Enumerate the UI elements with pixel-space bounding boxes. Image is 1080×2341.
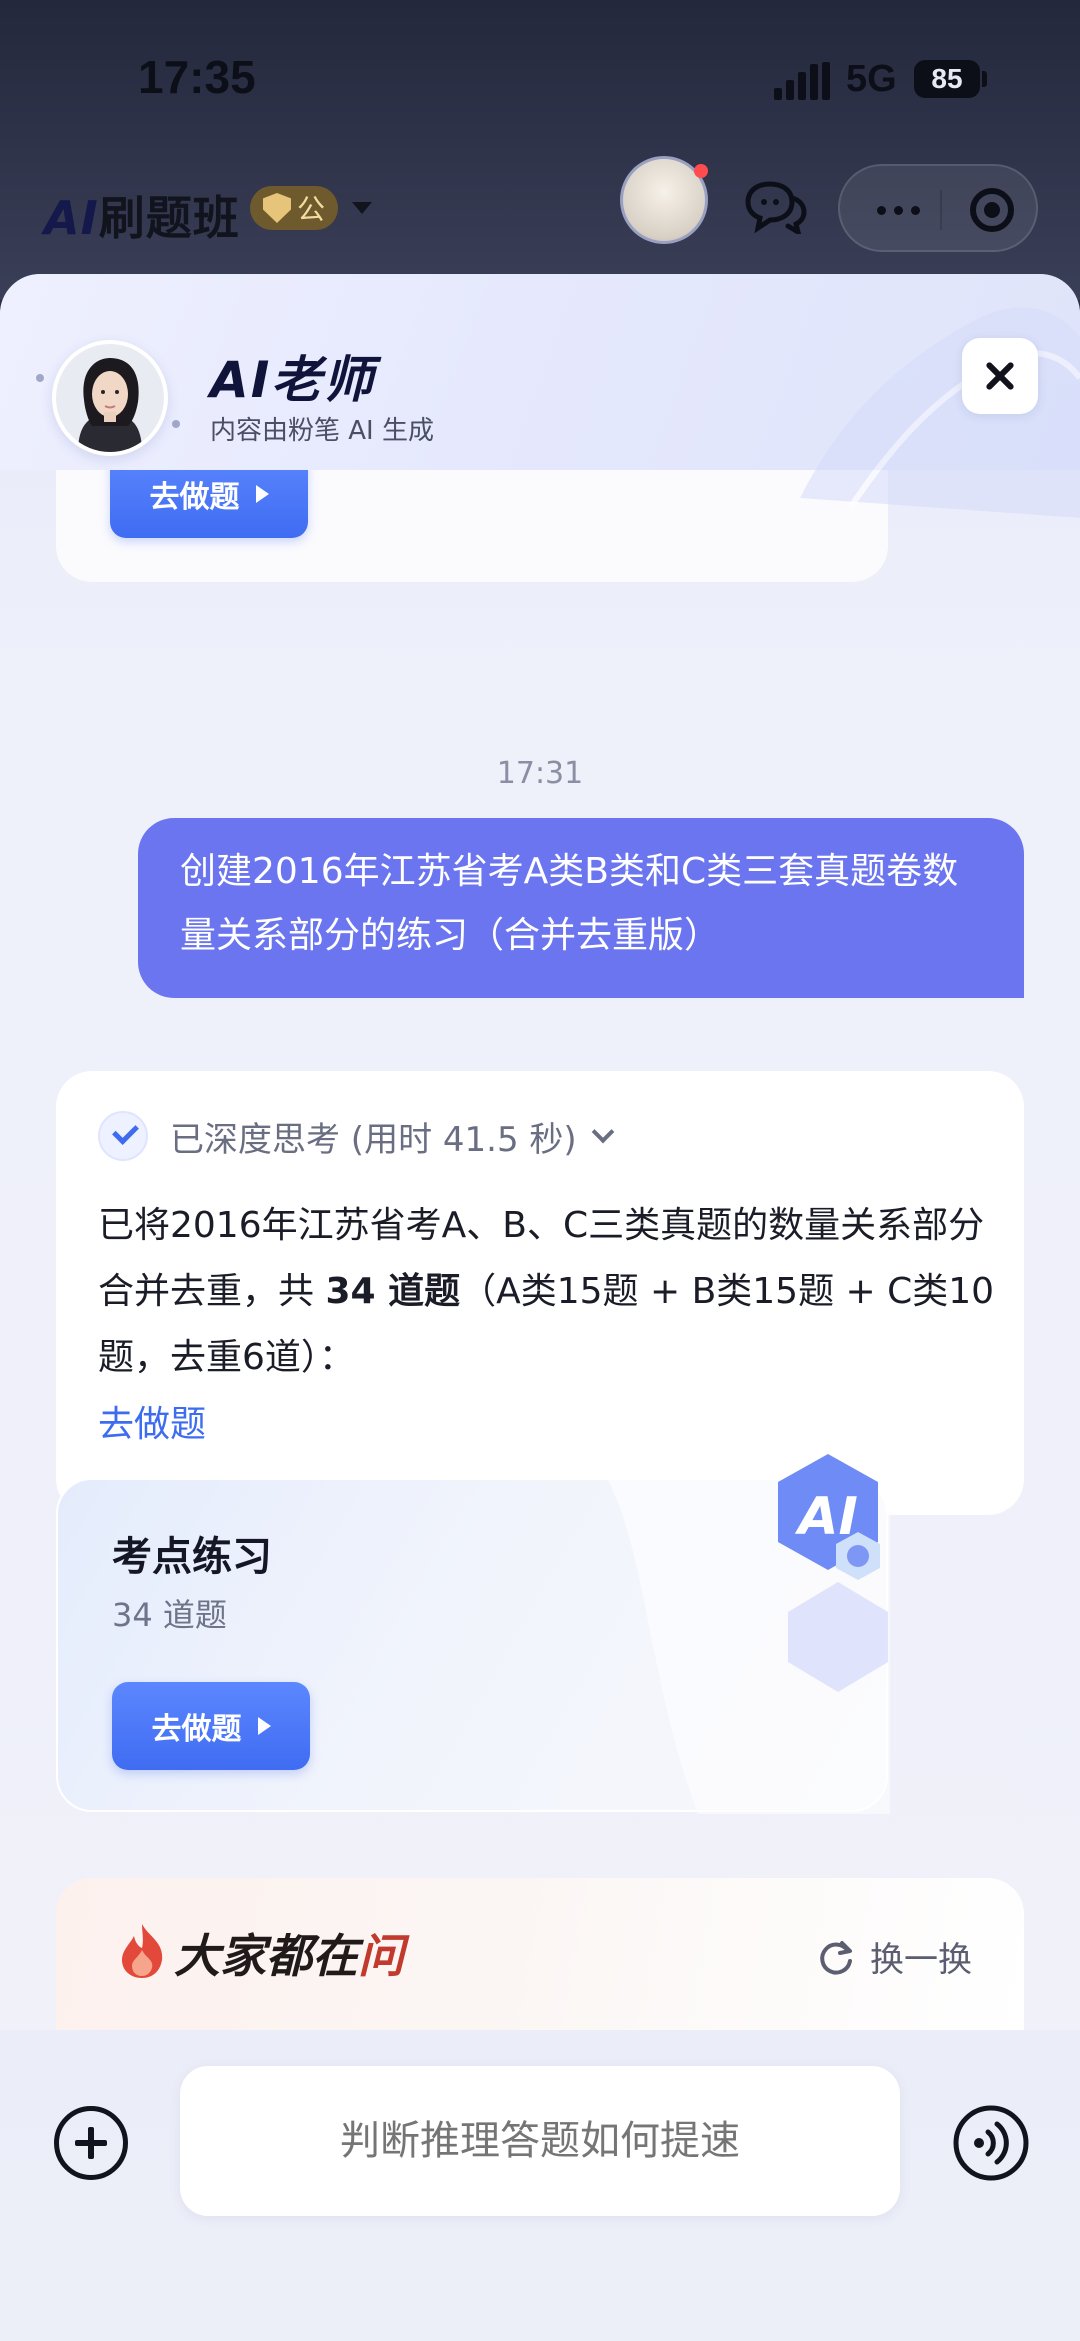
mini-program-capsule — [838, 164, 1038, 252]
close-icon[interactable] — [962, 338, 1038, 414]
practice-question-count: 34 道题 — [112, 1596, 227, 1634]
battery-indicator: 85 — [914, 60, 980, 98]
check-icon — [98, 1111, 148, 1161]
battery-tip — [982, 71, 987, 87]
message-timestamp: 17:31 — [496, 756, 584, 791]
ai-teacher-sheet: AI老师 内容由粉笔 AI 生成 去做题 17:31 创建2016年江苏省考A类… — [0, 274, 1080, 2341]
more-icon[interactable] — [868, 192, 928, 228]
app-header: AI刷题班 公 — [0, 150, 1080, 270]
plus-icon[interactable] — [54, 2106, 128, 2180]
app-title[interactable]: AI刷题班 — [44, 182, 240, 248]
refresh-button[interactable]: 换一换 — [816, 1932, 972, 1981]
go-practice-label: 去做题 — [149, 480, 240, 515]
chat-input[interactable] — [180, 2066, 900, 2216]
avatar-dot-right — [172, 420, 180, 428]
verified-badge: 公 — [250, 186, 338, 230]
practice-card[interactable]: 考点练习 34 道题 去做题 AI — [56, 1454, 890, 1814]
app-backdrop: 17:35 5G 85 AI刷题班 公 — [0, 0, 1080, 300]
go-practice-label: 去做题 — [151, 1712, 242, 1747]
signal-icon — [774, 62, 830, 100]
app-title-ai: AI — [44, 191, 99, 245]
ai-response-card: 已深度思考 (用时 41.5 秒) 已将2016年江苏省考A、B、C三类真题的数… — [56, 1071, 1024, 1515]
status-time: 17:35 — [138, 51, 256, 103]
chevron-down-icon — [591, 1120, 614, 1144]
refresh-icon — [820, 1940, 852, 1975]
go-practice-link[interactable]: 去做题 — [98, 1395, 206, 1447]
shield-icon — [262, 193, 291, 223]
voice-icon[interactable] — [952, 2104, 1030, 2182]
caret-down-icon[interactable] — [352, 202, 372, 214]
user-message-bubble: 创建2016年江苏省考A类B类和C类三套真题卷数量关系部分的练习（合并去重版） — [138, 818, 1024, 998]
play-icon — [255, 485, 269, 503]
notification-dot — [694, 164, 708, 178]
teacher-avatar — [52, 340, 168, 456]
popular-questions-title: 大家都在问 — [174, 1920, 404, 1986]
chat-bubbles-icon[interactable] — [740, 178, 810, 234]
practice-title: 考点练习 — [112, 1534, 272, 1580]
flame-icon — [122, 1924, 163, 1978]
status-bar: 17:35 5G 85 — [0, 0, 1080, 160]
input-bar — [0, 2030, 1080, 2341]
ask-title-part2: 问 — [358, 1929, 404, 1983]
avatar-dot-left — [36, 374, 44, 382]
deep-think-label: 已深度思考 (用时 41.5 秒) — [170, 1119, 577, 1160]
capsule-divider — [940, 190, 942, 230]
go-practice-button-prev[interactable]: 去做题 — [110, 470, 308, 538]
app-title-text: 刷题班 — [98, 191, 240, 245]
ai-text-bold: 34 道题 — [325, 1271, 461, 1312]
sheet-header: AI老师 内容由粉笔 AI 生成 — [0, 274, 1080, 518]
go-practice-button[interactable]: 去做题 — [112, 1682, 310, 1770]
ask-title-part1: 大家都在 — [174, 1929, 358, 1983]
teacher-subtitle: 内容由粉笔 AI 生成 — [210, 416, 434, 446]
ai-hexagon-icon: AI — [778, 1454, 888, 1692]
teacher-name: AI老师 — [210, 351, 376, 409]
badge-text: 公 — [296, 193, 325, 226]
refresh-label: 换一换 — [870, 1940, 972, 1980]
deep-think-toggle[interactable]: 已深度思考 (用时 41.5 秒) — [98, 1111, 614, 1161]
close-mini-icon[interactable] — [970, 188, 1014, 232]
ai-response-text: 已将2016年江苏省考A、B、C三类真题的数量关系部分合并去重，共 34 道题（… — [98, 1193, 998, 1391]
play-icon — [257, 1717, 271, 1735]
network-label: 5G — [846, 58, 897, 100]
popular-questions-card: 大家都在问 换一换 — [56, 1878, 1024, 2038]
